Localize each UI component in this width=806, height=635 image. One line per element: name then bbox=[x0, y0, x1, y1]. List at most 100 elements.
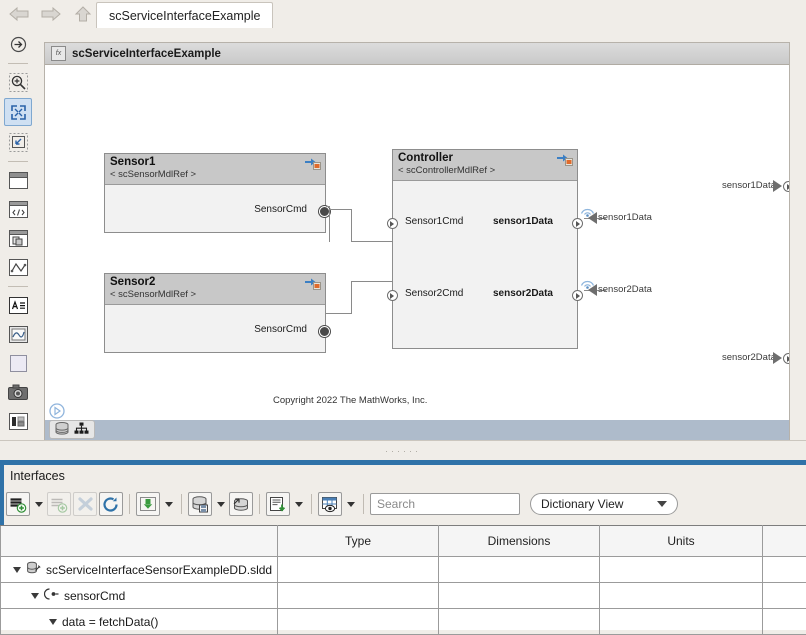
up-arrow-icon[interactable] bbox=[70, 3, 96, 25]
model-canvas[interactable]: Sensor1 < scSensorMdlRef > SensorCmd Sen… bbox=[45, 65, 789, 442]
zoom-region-icon[interactable] bbox=[5, 129, 31, 155]
column-header-dimensions[interactable]: Dimensions bbox=[439, 526, 600, 557]
port-label-sensor2data: sensor2Data bbox=[493, 288, 553, 299]
cell-type[interactable] bbox=[278, 557, 439, 583]
output-port-sensor1data[interactable] bbox=[572, 218, 583, 229]
cell-units[interactable] bbox=[600, 583, 763, 609]
signal-line[interactable] bbox=[326, 206, 330, 207]
expand-triangle-icon[interactable] bbox=[49, 619, 57, 625]
add-interface-dropdown[interactable] bbox=[32, 492, 45, 516]
cell-name[interactable]: data = fetchData() bbox=[1, 609, 278, 635]
column-header-extra[interactable] bbox=[763, 526, 806, 557]
navigate-icon[interactable] bbox=[5, 31, 31, 57]
signal-line[interactable] bbox=[326, 313, 330, 314]
column-header-name[interactable] bbox=[1, 526, 278, 557]
link-dictionary-button[interactable] bbox=[229, 492, 253, 516]
zoom-in-icon[interactable] bbox=[5, 69, 31, 95]
import-button[interactable] bbox=[136, 492, 160, 516]
assign-interface-dropdown[interactable] bbox=[292, 492, 305, 516]
signal-line[interactable] bbox=[351, 281, 352, 314]
blank-box-icon[interactable] bbox=[5, 350, 31, 376]
refresh-button[interactable] bbox=[99, 492, 123, 516]
fit-to-view-icon[interactable] bbox=[4, 98, 32, 126]
cell-extra[interactable] bbox=[763, 583, 806, 609]
interfaces-toolbar: Search Dictionary View bbox=[6, 490, 678, 518]
signal-shape-icon[interactable] bbox=[5, 254, 31, 280]
root-outport-arrow-icon bbox=[773, 180, 782, 192]
root-outport-sensor2data[interactable] bbox=[783, 353, 789, 364]
signal-line[interactable] bbox=[351, 281, 393, 282]
code-view-icon[interactable] bbox=[5, 196, 31, 222]
signal-line[interactable] bbox=[329, 209, 351, 210]
cell-name[interactable]: sensorCmd bbox=[1, 583, 278, 609]
block-sensor2[interactable]: Sensor2 < scSensorMdlRef > SensorCmd bbox=[104, 273, 326, 353]
document-tab[interactable]: scServiceInterfaceExample bbox=[96, 2, 273, 29]
forward-arrow-icon[interactable] bbox=[38, 3, 64, 25]
cell-dimensions[interactable] bbox=[439, 583, 600, 609]
signal-line[interactable] bbox=[329, 313, 351, 314]
toolbar-separator bbox=[129, 494, 130, 514]
toolbar-separator bbox=[259, 494, 260, 514]
table-row[interactable]: data = fetchData() bbox=[1, 609, 806, 635]
document-tab-label: scServiceInterfaceExample bbox=[109, 9, 260, 23]
cell-extra[interactable] bbox=[763, 557, 806, 583]
root-outport-label-sensor1data: sensor1Data bbox=[722, 180, 776, 191]
run-button[interactable] bbox=[49, 403, 65, 419]
hierarchy-icon[interactable] bbox=[74, 422, 89, 438]
save-dictionary-dropdown[interactable] bbox=[214, 492, 227, 516]
legend-icon[interactable] bbox=[5, 408, 31, 434]
root-outport-arrow-icon bbox=[773, 352, 782, 364]
block-header: Sensor1 < scSensorMdlRef > bbox=[105, 154, 325, 185]
cell-dimensions[interactable] bbox=[439, 557, 600, 583]
output-port-sensor2data[interactable] bbox=[572, 290, 583, 301]
copy-view-icon[interactable] bbox=[5, 225, 31, 251]
cell-name[interactable]: scServiceInterfaceSensorExampleDD.sldd bbox=[1, 557, 278, 583]
import-dropdown[interactable] bbox=[162, 492, 175, 516]
save-dictionary-button[interactable] bbox=[188, 492, 212, 516]
panel-splitter[interactable]: ······ bbox=[0, 440, 806, 461]
output-port-sensorcmd[interactable] bbox=[319, 326, 330, 337]
add-interface-button[interactable] bbox=[6, 492, 30, 516]
search-input[interactable]: Search bbox=[370, 493, 520, 515]
column-header-units[interactable]: Units bbox=[600, 526, 763, 557]
cell-units[interactable] bbox=[600, 557, 763, 583]
cell-type[interactable] bbox=[278, 609, 439, 635]
model-reference-badge-icon bbox=[304, 156, 322, 172]
cell-dimensions[interactable] bbox=[439, 609, 600, 635]
column-header-type[interactable]: Type bbox=[278, 526, 439, 557]
status-indicator-group[interactable] bbox=[49, 420, 95, 439]
input-port-sensor2cmd[interactable] bbox=[387, 290, 398, 301]
panel-icon[interactable] bbox=[5, 167, 31, 193]
cell-units[interactable] bbox=[600, 609, 763, 635]
model-reference-badge-icon bbox=[556, 152, 574, 168]
expand-triangle-icon[interactable] bbox=[13, 567, 21, 573]
signal-line[interactable] bbox=[329, 209, 330, 242]
camera-icon[interactable] bbox=[5, 379, 31, 405]
root-outport-sensor1data[interactable] bbox=[783, 181, 789, 192]
view-selector-dropdown[interactable]: Dictionary View bbox=[530, 493, 678, 515]
scope-icon[interactable] bbox=[5, 321, 31, 347]
show-view-button[interactable] bbox=[318, 492, 342, 516]
database-icon[interactable] bbox=[55, 422, 69, 438]
table-row[interactable]: sensorCmd bbox=[1, 583, 806, 609]
back-arrow-icon[interactable] bbox=[6, 3, 32, 25]
expand-triangle-icon[interactable] bbox=[31, 593, 39, 599]
block-controller[interactable]: Controller < scControllerMdlRef > Sensor… bbox=[392, 149, 578, 349]
block-sensor1[interactable]: Sensor1 < scSensorMdlRef > SensorCmd bbox=[104, 153, 326, 233]
splitter-grip-icon: ······ bbox=[385, 447, 421, 456]
model-container: fx scServiceInterfaceExample Sensor1 < s… bbox=[44, 42, 790, 444]
cell-type[interactable] bbox=[278, 583, 439, 609]
assign-interface-button[interactable] bbox=[266, 492, 290, 516]
cell-extra[interactable] bbox=[763, 609, 806, 635]
table-row[interactable]: scServiceInterfaceSensorExampleDD.sldd bbox=[1, 557, 806, 583]
signal-line[interactable] bbox=[351, 209, 352, 242]
port-label-sensor1data: sensor1Data bbox=[493, 216, 553, 227]
root-outport-label-sensor2data: sensor2Data bbox=[722, 352, 776, 363]
canvas-left-toolbar: » bbox=[0, 28, 37, 440]
show-view-dropdown[interactable] bbox=[344, 492, 357, 516]
signal-line[interactable] bbox=[351, 241, 393, 242]
annotation-text-icon[interactable] bbox=[5, 292, 31, 318]
block-reference: < scControllerMdlRef > bbox=[398, 165, 573, 177]
input-port-sensor1cmd[interactable] bbox=[387, 218, 398, 229]
block-name: Sensor1 bbox=[110, 156, 321, 169]
